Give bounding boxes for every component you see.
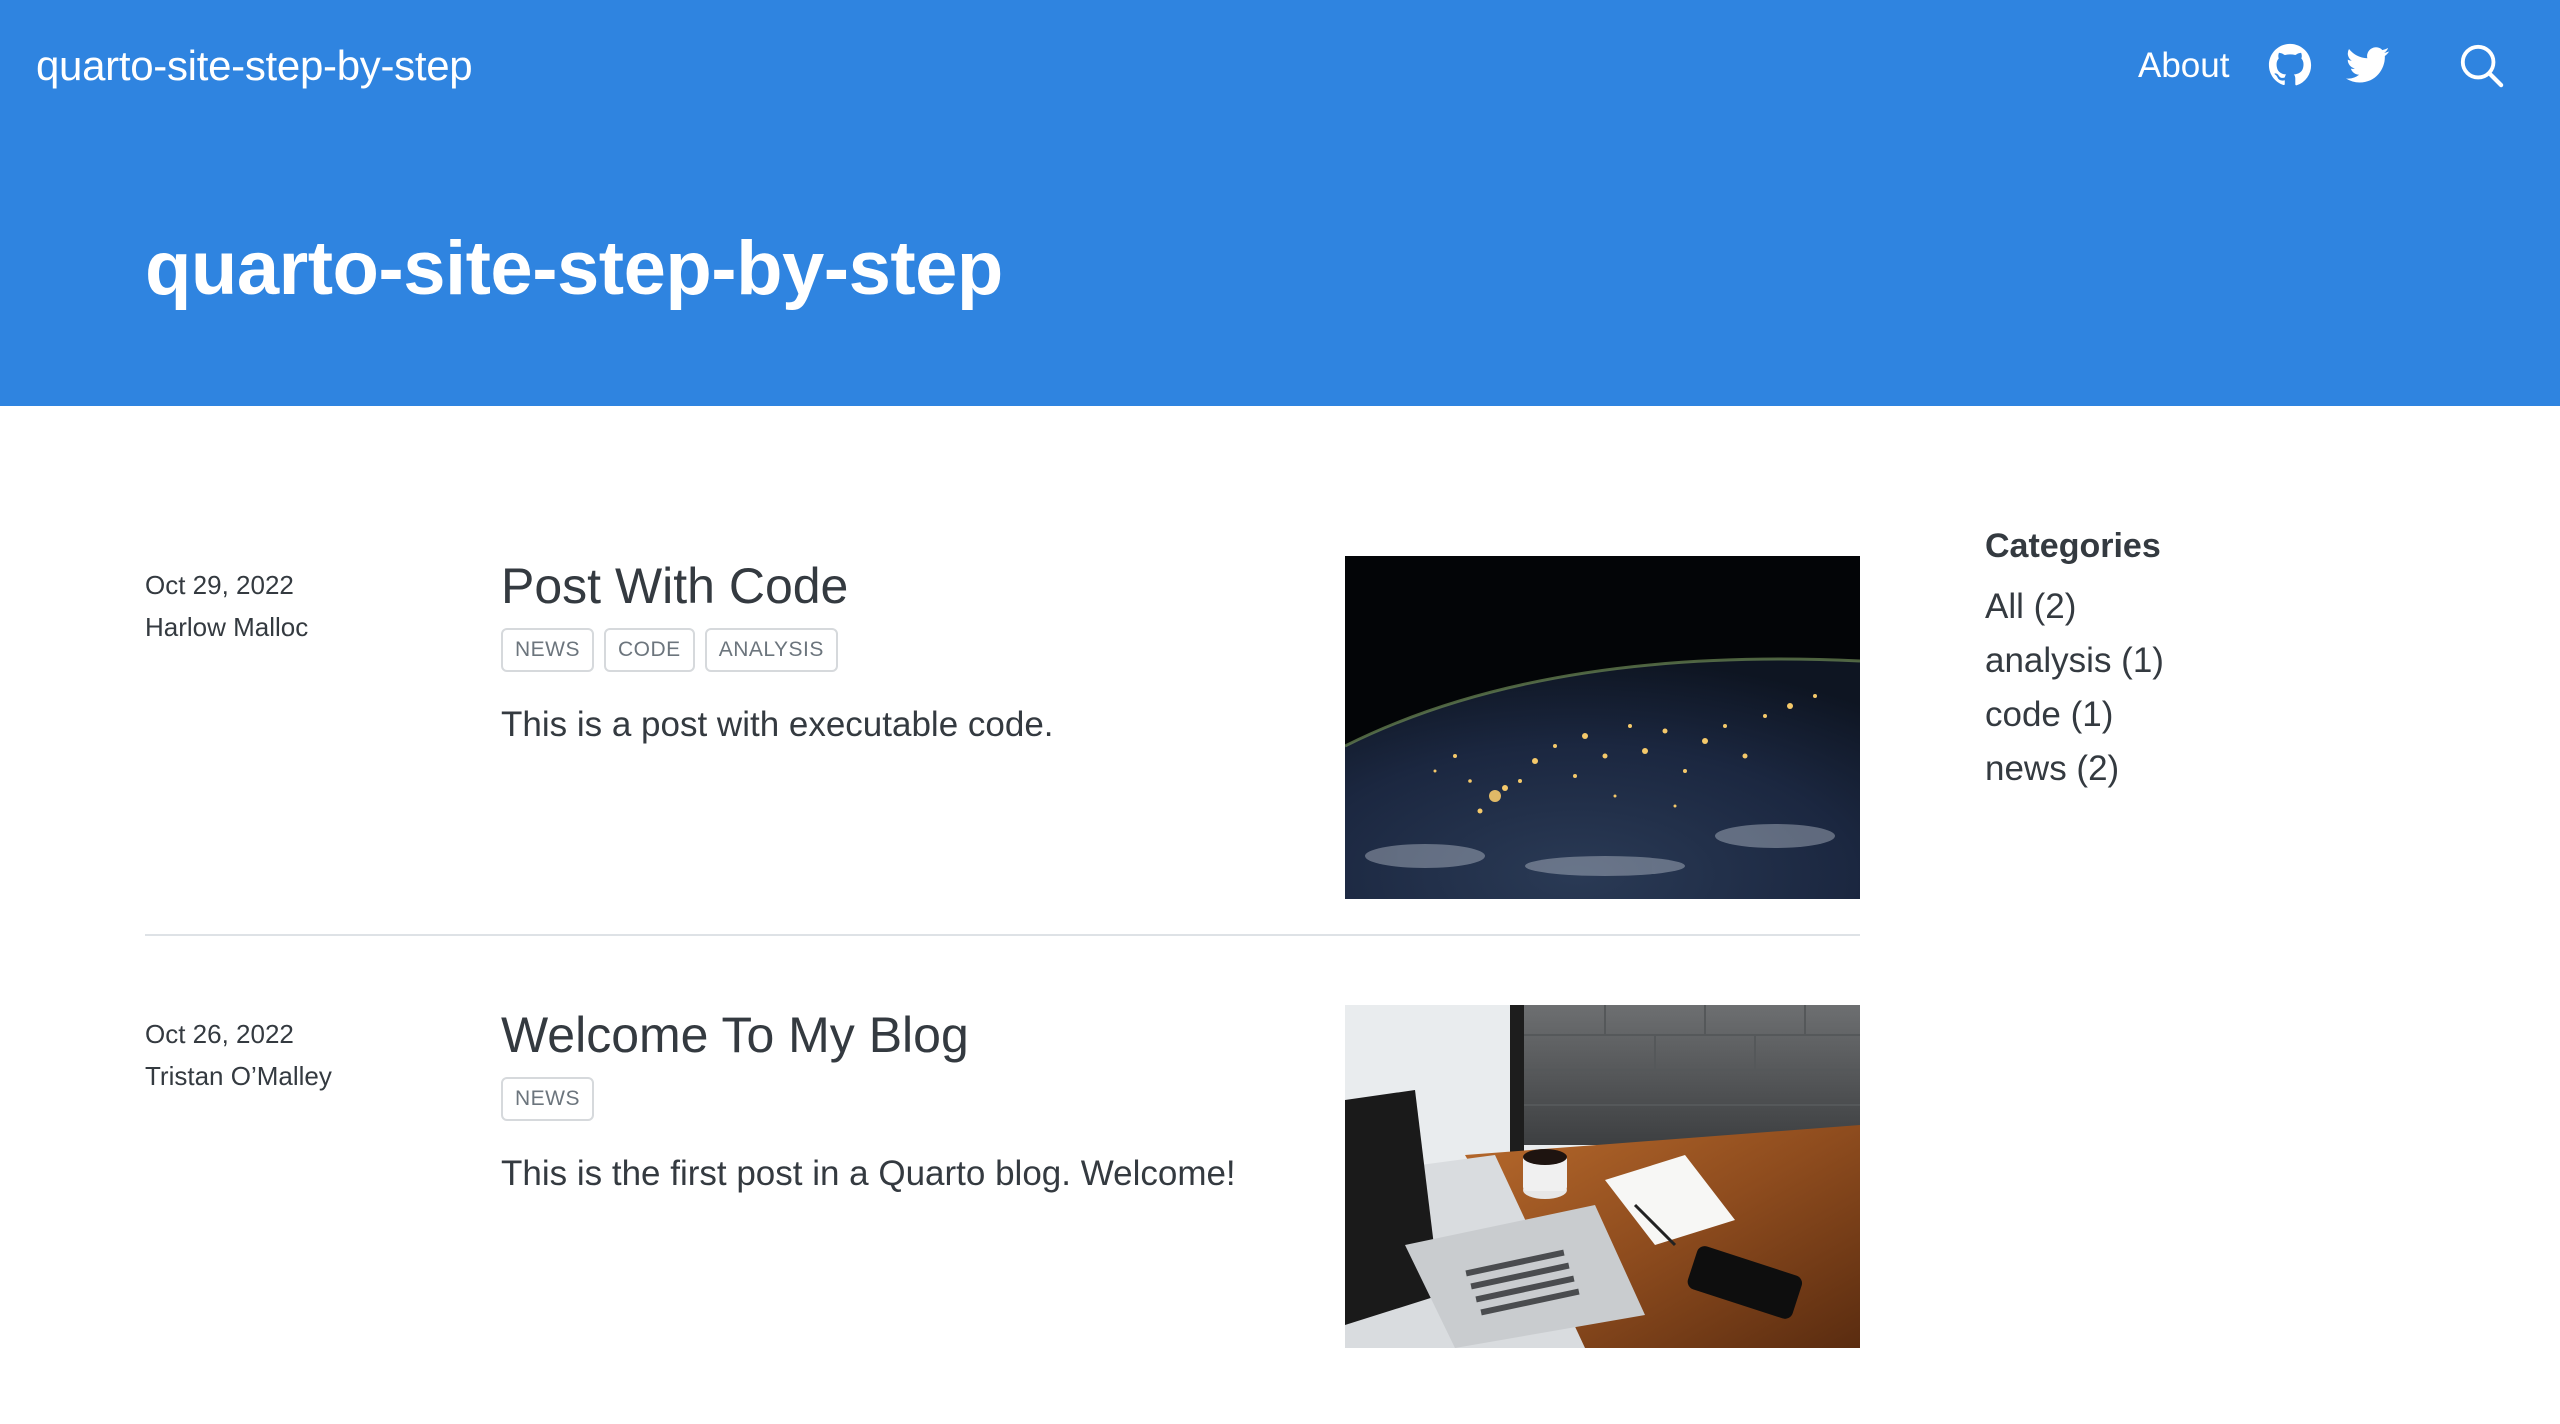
category-news[interactable]: news (2) bbox=[1985, 742, 2164, 796]
category-all[interactable]: All (2) bbox=[1985, 580, 2164, 634]
earth-night-thumbnail[interactable] bbox=[1345, 556, 1860, 899]
categories-sidebar: Categories All (2) analysis (1) code (1)… bbox=[1985, 520, 2164, 796]
site-brand-link[interactable]: quarto-site-step-by-step bbox=[36, 40, 473, 92]
post-tags: NEWS bbox=[501, 1077, 594, 1121]
tag-news[interactable]: NEWS bbox=[501, 628, 594, 672]
desk-laptop-thumbnail[interactable] bbox=[1345, 1005, 1860, 1348]
search-icon[interactable] bbox=[2458, 42, 2504, 88]
twitter-icon[interactable] bbox=[2346, 43, 2390, 87]
tag-analysis[interactable]: ANALYSIS bbox=[704, 628, 838, 672]
post-date: Oct 26, 2022 bbox=[145, 1019, 294, 1049]
tag-news[interactable]: NEWS bbox=[501, 1077, 594, 1121]
post-tags: NEWS CODE ANALYSIS bbox=[501, 628, 838, 672]
post-description: This is the first post in a Quarto blog.… bbox=[501, 1154, 1236, 1193]
post-title-link[interactable]: Post With Code bbox=[501, 554, 848, 618]
page-title: quarto-site-step-by-step bbox=[145, 226, 1003, 311]
post-listing-item[interactable]: Oct 26, 2022 Tristan O’Malley Welcome To… bbox=[145, 1005, 1860, 1350]
category-code[interactable]: code (1) bbox=[1985, 688, 2164, 742]
post-description: This is a post with executable code. bbox=[501, 705, 1054, 744]
nav-about-link[interactable]: About bbox=[2138, 43, 2229, 89]
category-analysis[interactable]: analysis (1) bbox=[1985, 634, 2164, 688]
post-title-link[interactable]: Welcome To My Blog bbox=[501, 1003, 969, 1067]
post-date: Oct 29, 2022 bbox=[145, 570, 294, 600]
post-divider bbox=[145, 934, 1860, 936]
github-icon[interactable] bbox=[2268, 43, 2312, 87]
categories-heading: Categories bbox=[1985, 527, 2161, 565]
tag-code[interactable]: CODE bbox=[604, 628, 695, 672]
navbar: quarto-site-step-by-step About bbox=[0, 0, 2560, 132]
post-author: Tristan O’Malley bbox=[145, 1061, 332, 1091]
post-listing-item[interactable]: Oct 29, 2022 Harlow Malloc Post With Cod… bbox=[145, 556, 1860, 901]
title-banner: quarto-site-step-by-step bbox=[0, 132, 2560, 406]
post-author: Harlow Malloc bbox=[145, 612, 309, 642]
